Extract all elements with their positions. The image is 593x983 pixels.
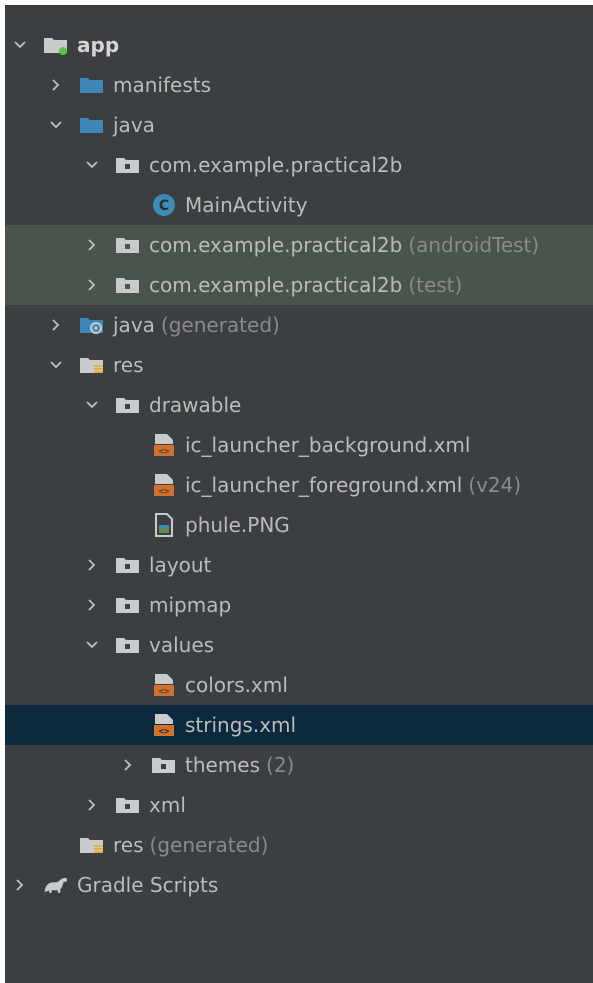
xml-file-icon: <> — [151, 713, 177, 737]
tree-item-phule-png[interactable]: phule.PNG — [5, 505, 593, 545]
package-icon — [115, 593, 141, 617]
tree-item-label: java — [113, 113, 155, 137]
chevron-right-icon[interactable] — [47, 76, 65, 94]
tree-item-xml[interactable]: xml — [5, 785, 593, 825]
chevron-right-icon[interactable] — [83, 276, 101, 294]
tree-item-suffix: (v24) — [468, 473, 522, 497]
svg-text:C: C — [159, 198, 169, 214]
tree-item-suffix: (generated) — [149, 833, 269, 857]
chevron-right-icon[interactable] — [83, 796, 101, 814]
tree-item-label: themes — [185, 753, 261, 777]
tree-item-label: com.example.practical2b — [149, 153, 403, 177]
package-icon — [151, 753, 177, 777]
chevron-right-icon[interactable] — [119, 756, 137, 774]
tree-item-label: res — [113, 833, 144, 857]
tree-item-colors-xml[interactable]: <> colors.xml — [5, 665, 593, 705]
tree-item-label: layout — [149, 553, 212, 577]
generated-folder-icon — [79, 313, 105, 337]
package-icon — [115, 393, 141, 417]
res-folder-icon — [79, 353, 105, 377]
tree-item-label: drawable — [149, 393, 242, 417]
xml-file-icon: <> — [151, 673, 177, 697]
tree-item-label: com.example.practical2b — [149, 233, 403, 257]
chevron-down-icon[interactable] — [83, 156, 101, 174]
tree-item-label: strings.xml — [185, 713, 297, 737]
package-icon — [115, 793, 141, 817]
tree-item-label: java — [113, 313, 155, 337]
tree-item-app[interactable]: app — [5, 25, 593, 65]
package-icon — [115, 633, 141, 657]
image-file-icon — [151, 513, 177, 537]
chevron-right-icon[interactable] — [83, 556, 101, 574]
tree-item-layout[interactable]: layout — [5, 545, 593, 585]
tree-item-label: values — [149, 633, 215, 657]
tree-item-values[interactable]: values — [5, 625, 593, 665]
svg-text:<>: <> — [159, 727, 170, 737]
tree-item-manifests[interactable]: manifests — [5, 65, 593, 105]
package-icon — [115, 273, 141, 297]
tree-item-label: ic_launcher_foreground.xml — [185, 473, 463, 497]
tree-item-label: MainActivity — [185, 193, 308, 217]
chevron-down-icon[interactable] — [11, 36, 29, 54]
chevron-right-icon[interactable] — [83, 236, 101, 254]
chevron-down-icon[interactable] — [83, 396, 101, 414]
tree-item-res[interactable]: res — [5, 345, 593, 385]
project-tree: app manifests java com.example.practical… — [5, 25, 593, 905]
package-icon — [115, 153, 141, 177]
folder-blue-icon — [79, 113, 105, 137]
tree-item-label: Gradle Scripts — [77, 873, 219, 897]
tree-item-suffix: (generated) — [160, 313, 280, 337]
tree-item-label: ic_launcher_background.xml — [185, 433, 471, 457]
tree-item-package-test[interactable]: com.example.practical2b (test) — [5, 265, 593, 305]
tree-item-label: res — [113, 353, 144, 377]
package-icon — [115, 553, 141, 577]
xml-file-icon: <> — [151, 433, 177, 457]
svg-text:<>: <> — [159, 687, 170, 697]
tree-item-package-androidtest[interactable]: com.example.practical2b (androidTest) — [5, 225, 593, 265]
tree-item-themes[interactable]: themes (2) — [5, 745, 593, 785]
tree-item-label: app — [77, 33, 120, 57]
tree-item-ic-launcher-foreground[interactable]: <> ic_launcher_foreground.xml (v24) — [5, 465, 593, 505]
tree-item-package-main[interactable]: com.example.practical2b — [5, 145, 593, 185]
tree-item-suffix: (androidTest) — [408, 233, 540, 257]
chevron-down-icon[interactable] — [47, 356, 65, 374]
res-folder-icon — [79, 833, 105, 857]
tree-item-ic-launcher-background[interactable]: <> ic_launcher_background.xml — [5, 425, 593, 465]
xml-file-icon: <> — [151, 473, 177, 497]
tree-item-strings-xml[interactable]: <> strings.xml — [5, 705, 593, 745]
tree-item-mipmap[interactable]: mipmap — [5, 585, 593, 625]
tree-item-label: phule.PNG — [185, 513, 290, 537]
package-icon — [115, 233, 141, 257]
tree-item-java-generated[interactable]: java (generated) — [5, 305, 593, 345]
tree-item-res-generated[interactable]: res (generated) — [5, 825, 593, 865]
svg-text:<>: <> — [159, 447, 170, 457]
tree-item-label: manifests — [113, 73, 211, 97]
tree-item-label: com.example.practical2b — [149, 273, 403, 297]
tree-item-gradle-scripts[interactable]: Gradle Scripts — [5, 865, 593, 905]
tree-item-drawable[interactable]: drawable — [5, 385, 593, 425]
project-tree-panel: app manifests java com.example.practical… — [5, 5, 593, 983]
folder-blue-icon — [79, 73, 105, 97]
tree-item-label: mipmap — [149, 593, 232, 617]
tree-item-label: colors.xml — [185, 673, 288, 697]
svg-text:<>: <> — [159, 487, 170, 497]
gradle-icon — [43, 873, 69, 897]
module-folder-icon — [43, 33, 69, 57]
chevron-right-icon[interactable] — [83, 596, 101, 614]
chevron-down-icon[interactable] — [47, 116, 65, 134]
chevron-right-icon[interactable] — [11, 876, 29, 894]
tree-item-mainactivity[interactable]: C MainActivity — [5, 185, 593, 225]
chevron-right-icon[interactable] — [47, 316, 65, 334]
tree-item-suffix: (2) — [266, 753, 295, 777]
class-icon: C — [151, 193, 177, 217]
tree-item-java[interactable]: java — [5, 105, 593, 145]
chevron-down-icon[interactable] — [83, 636, 101, 654]
tree-item-label: xml — [149, 793, 186, 817]
tree-item-suffix: (test) — [408, 273, 463, 297]
